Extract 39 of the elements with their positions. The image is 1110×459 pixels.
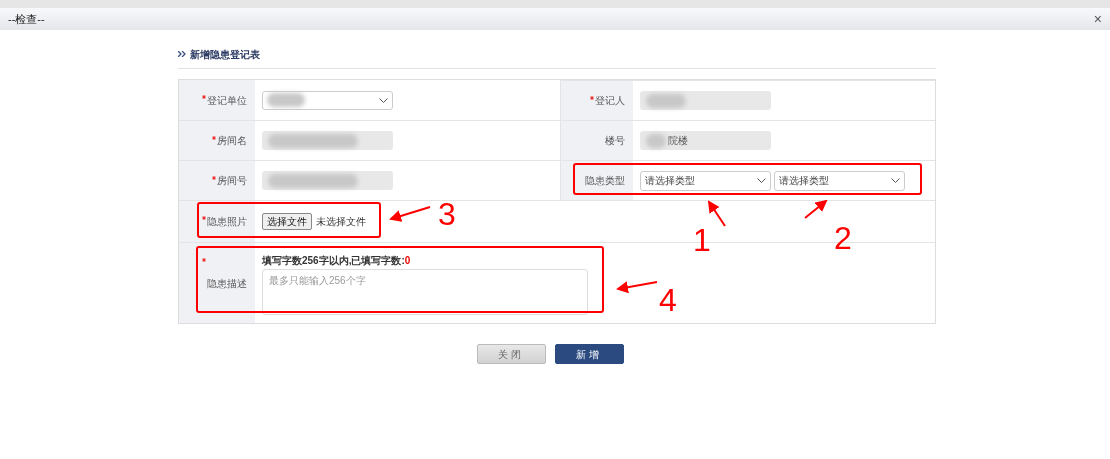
arrow xyxy=(389,206,431,222)
arrow xyxy=(804,199,828,219)
file-status: 未选择文件 xyxy=(316,215,366,229)
chevron-down-icon xyxy=(757,178,766,183)
field-label: 登记单位 xyxy=(207,93,247,108)
annotation-number: 2 xyxy=(834,220,852,256)
readonly-field[interactable] xyxy=(262,171,393,190)
form-heading: 新增隐患登记表 xyxy=(190,47,260,62)
annotation-number: 4 xyxy=(659,282,677,318)
description-field[interactable]: 最多只能输入256个字 xyxy=(262,269,588,315)
select-field[interactable] xyxy=(262,90,393,110)
close-button[interactable]: × xyxy=(1089,12,1106,26)
chevron-down-icon xyxy=(379,97,388,103)
blurred-text xyxy=(267,93,305,107)
select-field[interactable]: 请选择类型 xyxy=(640,170,771,191)
dialog-button[interactable]: 关闭 xyxy=(476,344,546,364)
select-field[interactable]: 请选择类型 xyxy=(774,170,905,191)
annotation-number: 3 xyxy=(438,196,456,232)
field-label: 登记人 xyxy=(595,94,625,108)
field-label: 隐患描述 xyxy=(207,276,247,291)
double-chevron-icon xyxy=(178,51,186,57)
chevron-down-icon xyxy=(891,178,900,183)
field-label: 隐患类型 xyxy=(585,174,625,188)
character-count-hint: 填写字数256字以内,已填写字数:0 xyxy=(262,255,411,267)
readonly-field[interactable] xyxy=(640,91,771,110)
field-label: 房间名 xyxy=(217,134,247,148)
blurred-text xyxy=(646,133,666,148)
dialog-button[interactable]: 新增 xyxy=(554,344,624,364)
arrow xyxy=(616,281,658,294)
field-label: 隐患照片 xyxy=(207,215,247,229)
field-label: 楼号 xyxy=(605,134,625,148)
readonly-field[interactable]: 院楼 xyxy=(640,131,771,150)
choose-file-button[interactable]: 选择文件 xyxy=(262,213,312,230)
field-label: 房间号 xyxy=(217,174,247,188)
arrow xyxy=(707,200,726,227)
readonly-field[interactable] xyxy=(262,131,393,150)
dialog-title: --检查-- xyxy=(8,11,45,27)
annotation-number: 1 xyxy=(693,222,711,258)
blurred-text xyxy=(646,93,686,108)
